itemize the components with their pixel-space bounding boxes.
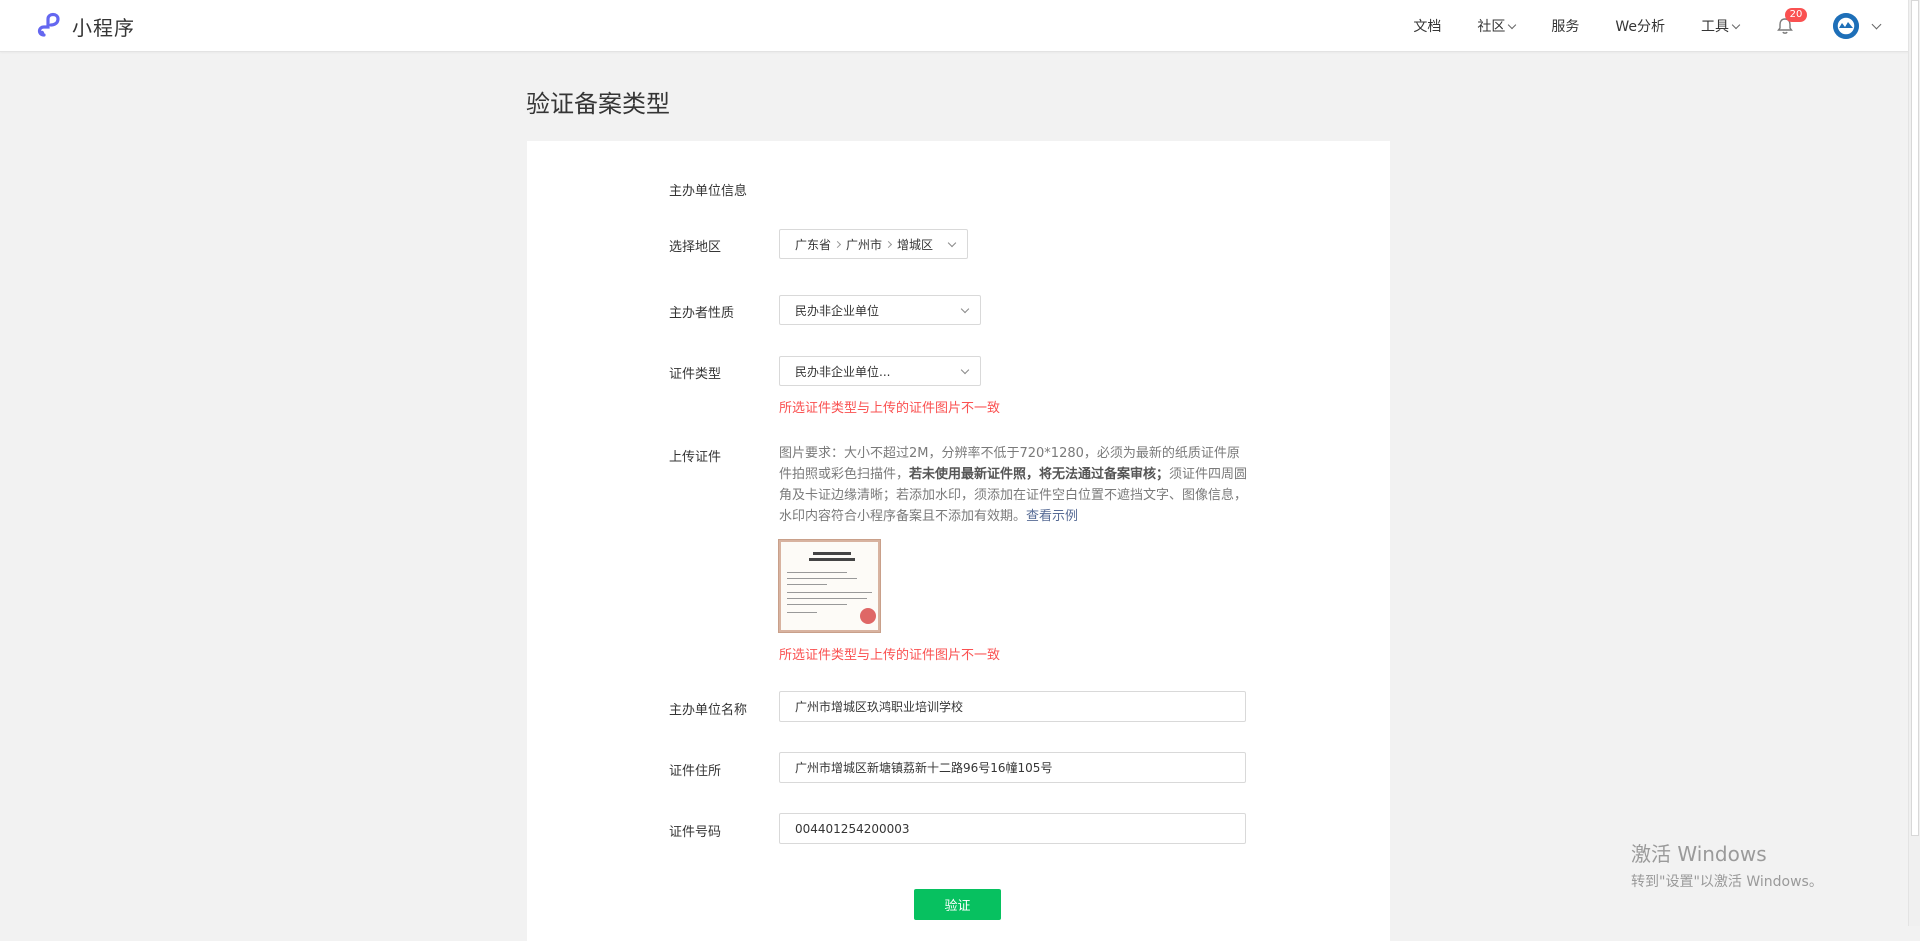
nav-item-services[interactable]: 服务: [1551, 16, 1579, 36]
cert-type-error: 所选证件类型与上传的证件图片不一致: [779, 401, 1001, 416]
region-select[interactable]: 广东省 广州市 增城区: [779, 229, 968, 259]
upload-req-warning: 若未使用最新证件照，将无法通过备案审核；: [909, 467, 1170, 482]
chevron-right-icon: [884, 240, 893, 248]
org-name-label: 主办单位名称: [669, 703, 748, 718]
cert-address-input[interactable]: 广州市增城区新塘镇荔新十二路96号16幢105号: [779, 752, 1246, 783]
cert-number-label: 证件号码: [669, 825, 722, 840]
watermark-title: 激活 Windows: [1631, 842, 1767, 866]
region-city: 广州市: [846, 237, 883, 252]
notifications-button[interactable]: 20: [1775, 8, 1807, 36]
chevron-right-icon: [833, 240, 842, 248]
cert-text-line: [787, 598, 867, 599]
nav-item-docs[interactable]: 文档: [1413, 16, 1441, 36]
brand[interactable]: 小程序: [34, 10, 135, 42]
cert-heading-line: [813, 552, 851, 555]
cert-text-line: [787, 592, 872, 593]
cert-text-line: [787, 572, 847, 573]
chevron-down-icon: [960, 365, 970, 375]
nav-item-label: 工具: [1701, 19, 1729, 35]
upload-requirements: 图片要求：大小不超过2M，分辨率不低于720*1280，必须为最新的纸质证件原件…: [779, 443, 1249, 527]
cert-text-line: [787, 584, 827, 585]
cert-seal-icon: [860, 608, 876, 624]
region-province: 广东省: [795, 237, 832, 252]
organizer-type-select[interactable]: 民办非企业单位: [779, 295, 981, 325]
brand-name: 小程序: [72, 15, 135, 40]
organizer-type-value: 民办非企业单位: [795, 303, 880, 318]
windows-activation-watermark: 激活 Windows 转到"设置"以激活 Windows。: [1631, 838, 1823, 891]
nav-item-analytics[interactable]: We分析: [1615, 16, 1665, 36]
chevron-down-icon: [947, 238, 957, 248]
region-district: 增城区: [897, 237, 934, 252]
top-nav: 文档 社区 服务 We分析 工具 20: [1377, 0, 1882, 52]
cert-text-line: [787, 612, 817, 613]
region-label: 选择地区: [669, 240, 722, 255]
cert-number-input[interactable]: 004401254200003: [779, 813, 1246, 844]
upload-label: 上传证件: [669, 450, 722, 465]
verify-button[interactable]: 验证: [914, 889, 1001, 920]
cert-text-line: [787, 604, 847, 605]
nav-item-label: 服务: [1551, 19, 1580, 35]
view-example-link[interactable]: 查看示例: [1026, 509, 1078, 524]
cert-address-label: 证件住所: [669, 764, 722, 779]
chevron-down-icon: [1731, 20, 1741, 29]
nav-item-tools[interactable]: 工具: [1701, 16, 1741, 36]
vertical-scrollbar[interactable]: [1908, 0, 1920, 926]
upload-error: 所选证件类型与上传的证件图片不一致: [779, 648, 1001, 663]
uploaded-certificate-image[interactable]: [778, 539, 881, 633]
chevron-down-icon: [960, 304, 970, 314]
scrollbar-thumb[interactable]: [1911, 0, 1919, 836]
nav-item-community[interactable]: 社区: [1477, 16, 1517, 36]
mini-program-logo-icon: [37, 12, 60, 37]
account-chevron-down-icon[interactable]: [1871, 19, 1882, 29]
nav-item-label: 文档: [1413, 19, 1442, 35]
cert-type-select[interactable]: 民办非企业单位...: [779, 356, 981, 386]
top-navigation-bar: 小程序 文档 社区 服务 We分析 工具 20: [0, 0, 1920, 52]
avatar[interactable]: [1833, 13, 1859, 39]
organizer-type-label: 主办者性质: [669, 306, 735, 321]
nav-item-label: 社区: [1477, 19, 1506, 35]
chevron-down-icon: [1508, 20, 1517, 29]
watermark-subtitle: 转到"设置"以激活 Windows。: [1631, 874, 1823, 890]
page-title: 验证备案类型: [526, 90, 670, 118]
cert-type-label: 证件类型: [669, 367, 722, 382]
nav-item-label: We分析: [1615, 19, 1665, 35]
section-title: 主办单位信息: [669, 184, 748, 199]
cert-type-value: 民办非企业单位...: [795, 364, 891, 379]
org-name-input[interactable]: 广州市增城区玖鸿职业培训学校: [779, 691, 1246, 722]
avatar-image: [1833, 13, 1859, 39]
cert-heading-line: [809, 558, 855, 561]
notification-badge: 20: [1785, 8, 1807, 22]
cert-text-line: [787, 578, 857, 579]
